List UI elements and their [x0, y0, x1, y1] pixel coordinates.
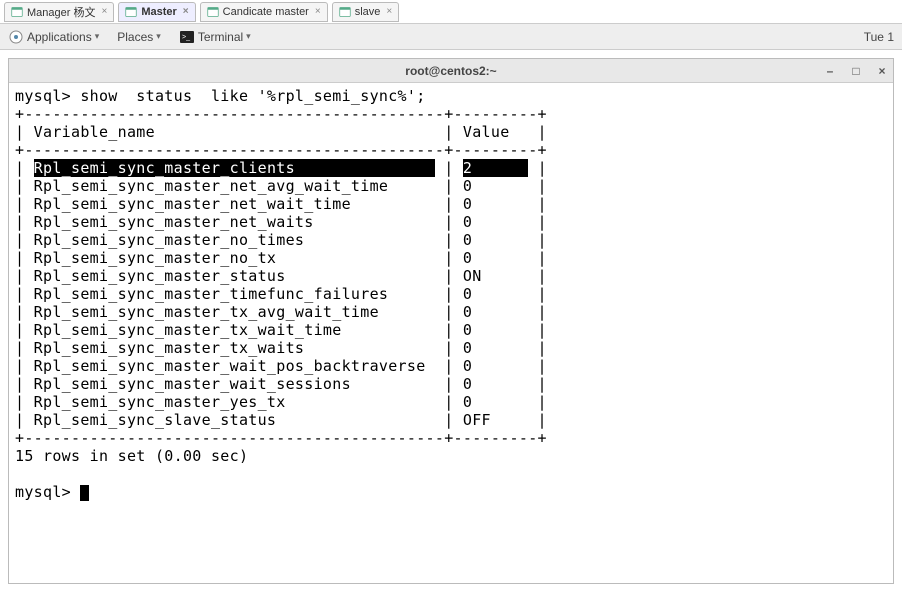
close-icon[interactable]: × — [315, 6, 321, 17]
browser-tab-bar: Manager 杨文 × Master × Candicate master ×… — [0, 0, 902, 24]
desktop-menu-bar: Applications ▾ Places ▾ >_ Terminal ▾ Tu… — [0, 24, 902, 50]
terminal-menu[interactable]: >_ Terminal ▾ — [175, 27, 255, 47]
tab-label: Manager 杨文 — [27, 4, 95, 20]
terminal-icon — [207, 6, 219, 18]
terminal-icon — [125, 6, 137, 18]
svg-text:>_: >_ — [182, 34, 190, 41]
close-button[interactable]: × — [875, 64, 889, 78]
places-menu[interactable]: Places ▾ — [113, 28, 165, 46]
tab-label: Candicate master — [223, 6, 309, 18]
tab-manager[interactable]: Manager 杨文 × — [4, 2, 114, 22]
tab-label: slave — [355, 6, 381, 18]
chevron-down-icon: ▾ — [95, 31, 100, 42]
close-icon[interactable]: × — [183, 6, 189, 17]
close-icon[interactable]: × — [101, 6, 107, 17]
window-controls: – □ × — [823, 64, 889, 78]
applications-menu[interactable]: Applications ▾ — [4, 27, 103, 47]
maximize-button[interactable]: □ — [849, 64, 863, 78]
tab-candidate-master[interactable]: Candicate master × — [200, 2, 328, 22]
window-title: root@centos2:~ — [405, 64, 496, 78]
terminal-icon — [11, 6, 23, 18]
applications-icon — [8, 29, 24, 45]
clock[interactable]: Tue 1 — [864, 30, 902, 44]
terminal-icon — [339, 6, 351, 18]
terminal-output[interactable]: mysql> show status like '%rpl_semi_sync%… — [9, 83, 893, 583]
menu-label: Applications — [27, 30, 92, 44]
tab-master[interactable]: Master × — [118, 2, 195, 22]
tab-label: Master — [141, 6, 176, 18]
window-titlebar[interactable]: root@centos2:~ – □ × — [9, 59, 893, 83]
terminal-cursor — [80, 485, 89, 501]
terminal-window: root@centos2:~ – □ × mysql> show status … — [8, 58, 894, 584]
minimize-button[interactable]: – — [823, 64, 837, 78]
tab-slave[interactable]: slave × — [332, 2, 400, 22]
close-icon[interactable]: × — [386, 6, 392, 17]
terminal-icon: >_ — [179, 29, 195, 45]
chevron-down-icon: ▾ — [246, 31, 251, 42]
chevron-down-icon: ▾ — [156, 31, 161, 42]
menu-label: Places — [117, 30, 153, 44]
menu-label: Terminal — [198, 30, 243, 44]
